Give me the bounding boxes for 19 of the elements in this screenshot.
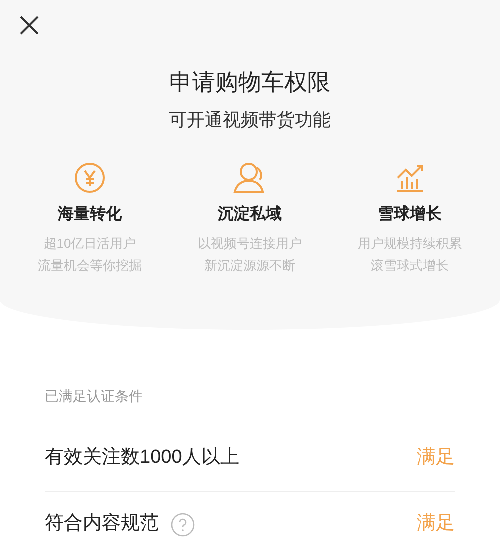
- feature-title: 海量转化: [58, 204, 122, 225]
- page-title: 申请购物车权限: [170, 68, 330, 97]
- status-text: 满足: [417, 446, 455, 470]
- condition-text: 有效关注数1000人以上: [45, 446, 240, 470]
- close-icon[interactable]: [20, 16, 39, 35]
- condition-text: 符合内容规范: [45, 512, 159, 536]
- page-subtitle: 可开通视频带货功能: [169, 109, 331, 132]
- section-label: 已满足认证条件: [45, 387, 144, 406]
- feature-description: 流量机会等你挖掘: [38, 257, 142, 275]
- yuan-coin-icon: [74, 162, 106, 194]
- status-text: 满足: [417, 512, 455, 536]
- feature-description: 滚雪球式增长: [371, 257, 449, 275]
- feature-title: 沉淀私域: [218, 204, 282, 225]
- growth-chart-icon: [394, 162, 426, 194]
- feature-description: 以视频号连接用户: [198, 235, 302, 253]
- feature-title: 雪球增长: [378, 204, 442, 225]
- feature-description: 新沉淀源源不断: [204, 257, 296, 275]
- feature-description: 用户规模持续积累: [358, 235, 462, 253]
- feature-description: 超10亿日活用户: [44, 235, 136, 253]
